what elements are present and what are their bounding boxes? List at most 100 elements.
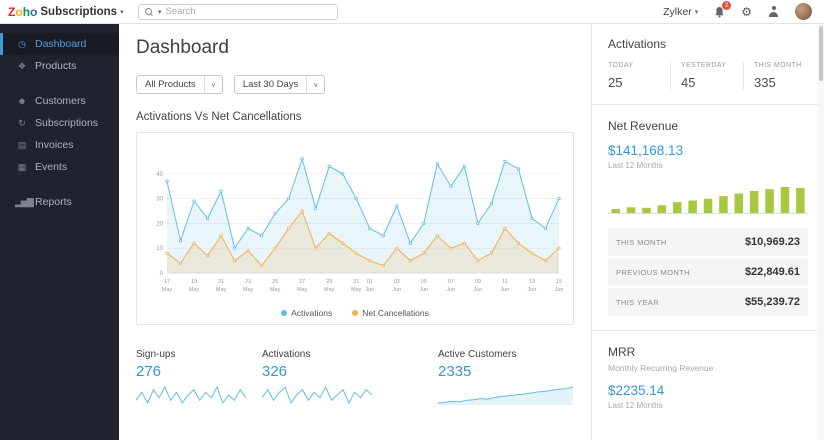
svg-text:May: May — [351, 287, 362, 293]
legend-item-activations[interactable]: Activations — [281, 308, 332, 318]
stat-value[interactable]: 276 — [136, 363, 262, 380]
global-search[interactable]: ▾ — [138, 3, 338, 20]
sidebar: ◷ Dashboard ❖ Products ☻ Customers ↻ Sub… — [0, 24, 119, 440]
caret-down-icon: ▾ — [120, 8, 124, 16]
svg-text:Jun: Jun — [555, 287, 564, 293]
svg-text:0: 0 — [160, 271, 164, 277]
search-scope-caret-icon[interactable]: ▾ — [158, 8, 162, 16]
sidebar-item-label: Dashboard — [35, 38, 87, 50]
svg-text:May: May — [297, 287, 308, 293]
svg-text:Jun: Jun — [528, 287, 537, 293]
svg-text:20: 20 — [156, 221, 163, 227]
mrr-subtitle: Monthly Recurring Revenue — [608, 363, 714, 373]
date-range-label: Last 30 Days — [242, 79, 299, 90]
mrr-period: Last 12 Months — [608, 401, 663, 410]
sidebar-item-label: Products — [35, 60, 77, 72]
notification-badge: 2 — [722, 0, 732, 10]
sidebar-item-products[interactable]: ❖ Products — [0, 55, 119, 77]
stat-label: Active Customers — [438, 349, 517, 360]
summary-value: 335 — [754, 75, 776, 90]
products-filter-dropdown[interactable]: All Products ∨ — [136, 75, 223, 94]
org-menu[interactable]: Zylker ▾ — [663, 6, 698, 18]
account-button[interactable] — [768, 6, 779, 17]
main-content: Dashboard All Products ∨ Last 30 Days ∨ … — [119, 24, 591, 440]
summary-value: 25 — [608, 75, 623, 90]
svg-text:May: May — [270, 287, 281, 293]
app-name: Subscriptions — [40, 5, 118, 18]
avatar[interactable] — [795, 3, 812, 20]
page-title: Dashboard — [136, 37, 229, 58]
svg-text:11: 11 — [502, 279, 508, 285]
revenue-bars-chart — [608, 187, 808, 214]
svg-text:25: 25 — [272, 279, 278, 285]
row-value: $10,969.23 — [744, 236, 800, 248]
sidebar-item-events[interactable]: ▦ Events — [0, 156, 119, 178]
sidebar-item-reports[interactable]: ▂▅▇ Reports — [0, 191, 119, 213]
mrr-amount[interactable]: $2235.14 — [608, 383, 808, 398]
activations-chart-card: 0 10 20 30 40 17 May 19 May 21 May 23 May 25 May 27 May 2… — [136, 132, 574, 325]
chevron-down-icon: ∨ — [306, 76, 324, 93]
activations-summary-title: Activations — [608, 37, 667, 51]
stat-label: Sign-ups — [136, 349, 176, 360]
svg-text:31: 31 — [353, 279, 359, 285]
sidebar-item-dashboard[interactable]: ◷ Dashboard — [0, 33, 119, 55]
date-range-dropdown[interactable]: Last 30 Days ∨ — [233, 75, 326, 94]
customers-icon: ☻ — [17, 96, 26, 106]
svg-text:Jun: Jun — [446, 287, 455, 293]
row-value: $55,239.72 — [744, 296, 800, 308]
invoices-icon: ▤ — [17, 139, 27, 150]
divider — [592, 104, 824, 105]
sidebar-item-label: Events — [35, 161, 68, 173]
row-value: $22,849.61 — [744, 266, 800, 278]
sidebar-item-customers[interactable]: ☻ Customers — [0, 90, 119, 112]
svg-text:01: 01 — [367, 279, 373, 285]
scrollbar-thumb[interactable] — [819, 26, 823, 81]
svg-text:May: May — [189, 287, 200, 293]
scrollbar[interactable] — [818, 24, 824, 440]
svg-text:13: 13 — [529, 279, 535, 285]
chevron-down-icon: ∨ — [203, 76, 222, 93]
activations-dot-icon — [281, 310, 288, 316]
brand-area[interactable]: Zoho Subscriptions ▾ — [8, 4, 124, 19]
activations-this-month: THIS MONTH 335 — [744, 62, 808, 90]
net-revenue-row-this-month: THIS MONTH $10,969.23 — [608, 228, 808, 256]
reports-icon: ▂▅▇ — [15, 196, 34, 207]
net-revenue-amount[interactable]: $141,168.13 — [608, 143, 808, 158]
caret-down-icon: ▾ — [694, 8, 699, 16]
active-customers-sparkline — [438, 386, 573, 405]
stat-signups: Sign-ups 276 — [136, 349, 262, 405]
divider — [592, 330, 824, 331]
svg-text:17: 17 — [164, 279, 170, 285]
svg-text:Jun: Jun — [473, 287, 482, 293]
subscriptions-icon: ↻ — [18, 117, 26, 128]
row-label: PREVIOUS MONTH — [616, 267, 690, 277]
legend-item-net-cancellations[interactable]: Net Cancellations — [352, 308, 429, 318]
activations-yesterday: YESTERDAY 45 — [671, 62, 744, 90]
legend-label: Activations — [291, 308, 333, 318]
svg-text:03: 03 — [394, 279, 400, 285]
row-label: THIS YEAR — [616, 297, 660, 307]
gear-icon: ⚙ — [741, 4, 752, 19]
dashboard-icon: ◷ — [18, 38, 26, 49]
svg-text:30: 30 — [156, 197, 163, 203]
products-filter-label: All Products — [145, 79, 196, 90]
svg-text:23: 23 — [245, 279, 251, 285]
search-input[interactable] — [165, 6, 311, 17]
stat-value[interactable]: 2335 — [438, 363, 564, 380]
zoho-logo: Zoho — [8, 4, 38, 19]
sidebar-item-subscriptions[interactable]: ↻ Subscriptions — [0, 112, 119, 134]
sidebar-item-invoices[interactable]: ▤ Invoices — [0, 134, 119, 156]
stat-value[interactable]: 326 — [262, 363, 438, 380]
notifications-button[interactable]: 2 — [714, 0, 732, 18]
activations-sparkline — [262, 385, 372, 405]
svg-text:May: May — [162, 287, 173, 293]
search-icon — [145, 7, 154, 16]
summary-value: 45 — [681, 75, 696, 90]
settings-button[interactable]: ⚙ — [741, 6, 752, 18]
legend-label: Net Cancellations — [362, 308, 429, 318]
svg-text:07: 07 — [448, 279, 454, 285]
sidebar-item-label: Reports — [35, 196, 72, 208]
svg-text:May: May — [243, 287, 254, 293]
